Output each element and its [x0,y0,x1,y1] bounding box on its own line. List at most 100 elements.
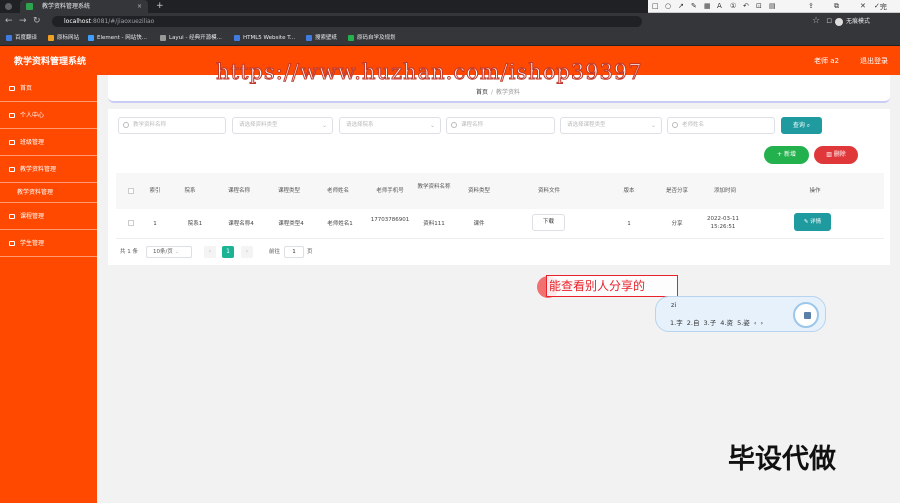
sidebar-item-class[interactable]: 班级管理 [0,129,97,156]
plus-icon: + [777,151,783,158]
ime-candidates[interactable]: 1.字 2.自 3.子 4.资 5.姿 ‹ › [670,317,763,327]
bookmark-item[interactable]: 原标网站 [48,33,79,43]
new-tab-button[interactable]: + [156,0,164,12]
column-header[interactable]: 资料文件 [532,187,566,195]
download-button[interactable]: 下载 [532,214,565,231]
cancel-icon[interactable]: ✕ [860,1,866,12]
user-icon [9,113,15,118]
tab-close-icon[interactable]: × [137,0,142,13]
done-button[interactable]: ✓ 完成 [874,1,887,22]
sidebar-item-home[interactable]: 首页 [0,75,97,102]
add-button[interactable]: + 新增 [764,146,809,164]
cell-add-time: 2022-03-11 15:26:51 [707,216,739,230]
column-header[interactable]: 院系 [178,187,202,195]
filter-material-name[interactable]: 教学资料名称 [118,117,226,134]
share-icon[interactable]: ⇪ [808,1,814,12]
query-button[interactable]: 查询 ⌕ [781,117,822,134]
arrow-tool-icon[interactable]: ↗ [678,1,684,12]
ellipse-tool-icon[interactable]: ○ [665,1,671,12]
add-label: 新增 [783,151,796,158]
breadcrumb-home[interactable]: 首页 [476,89,488,96]
page-size-select[interactable]: 10条/页 ⌄ [146,246,192,258]
sidebar-item-profile[interactable]: 个人中心 [0,102,97,129]
breadcrumb-separator: / [491,89,494,96]
sidebar-item-student[interactable]: 学生管理 [0,230,97,257]
delete-button[interactable]: ▥ 删除 [814,146,858,164]
filter-course-name[interactable]: 课程名称 [446,117,555,134]
page-number-current[interactable]: 1 [222,246,234,258]
column-header[interactable]: 资料类型 [462,187,496,195]
column-header[interactable]: 添加时间 [703,187,747,195]
search-icon [672,122,678,128]
column-header[interactable]: 老师手机号 [370,187,410,195]
column-header[interactable]: 是否分享 [658,187,696,195]
ime-composition: zi [671,301,677,309]
filter-course-type[interactable]: 请选择课程类型 ⌄ [560,117,662,134]
breadcrumb: 首页 / 教学资料 [476,87,520,96]
column-header: 操作 [809,188,821,194]
column-header[interactable]: 教学资料名称 [417,183,451,191]
bookmark-item[interactable]: 百度翻译 [6,33,37,43]
column-header[interactable]: 版本 [615,187,643,195]
filter-department[interactable]: 请选择院系 ⌄ [339,117,441,134]
forward-icon[interactable]: → [19,16,27,27]
edit-icon: ✎ [803,219,809,225]
text-tool-icon[interactable]: A [717,1,722,12]
bookmark-item[interactable]: 原码自学及规划 [348,33,396,43]
page-size-value: 10条/页 [153,249,173,255]
browser-tab[interactable]: 教学资料管理系统 × [20,0,148,13]
filter-teacher-name[interactable]: 老师姓名 [667,117,775,134]
bookmark-item[interactable]: Element - 网站快... [88,33,147,43]
rectangle-tool-icon[interactable]: □ [652,1,659,12]
reload-icon[interactable]: ↻ [33,16,41,27]
sidebar-subitem-materials[interactable]: 教学资料管理 [0,183,97,203]
number-tool-icon[interactable]: ① [730,1,736,12]
hidden-action-cell [834,215,884,229]
cell-teacher-name: 老师姓名1 [327,221,353,227]
bookmark-star-icon[interactable]: ☆ [812,16,820,27]
watermark-url: https://www.huzhan.com/ishop39397 [216,60,643,85]
row-checkbox[interactable] [128,220,134,226]
select-all-checkbox[interactable] [128,188,134,194]
filter-material-type[interactable]: 请选择资料类型 ⌄ [232,117,333,134]
url-input[interactable]: localhost:8081/#/jiaoxueziliao [52,16,642,27]
bookmark-item[interactable]: Layui - 经典开源模... [160,33,222,43]
browser-menu-icon[interactable] [5,3,12,10]
back-icon[interactable]: ← [5,16,13,27]
column-header[interactable]: 课程名称 [222,187,256,195]
detail-label: 详情 [810,219,822,225]
detail-button[interactable]: ✎ 详情 [794,213,831,231]
sidebar-item-materials[interactable]: 教学资料管理 [0,156,97,183]
home-icon [9,86,15,91]
save-icon[interactable]: ▤ [769,1,776,12]
bookmark-item[interactable]: 搜索壁纸 [306,33,337,43]
pin-icon[interactable]: ⊡ [756,1,762,12]
class-icon [9,140,15,145]
incognito-profile[interactable]: 无痕模式 [834,16,870,27]
extension-icon[interactable]: ▫ [826,16,832,27]
undo-icon[interactable]: ↶ [743,1,749,12]
annotation-text-box[interactable]: 能查看别人分享的 [546,275,678,297]
sidebar-item-course[interactable]: 课程管理 [0,203,97,230]
mosaic-tool-icon[interactable]: ▦ [704,1,711,12]
prev-page-button[interactable]: ‹ [204,246,216,258]
pen-tool-icon[interactable]: ✎ [691,1,697,12]
book-icon [9,214,15,219]
column-header[interactable]: 索引 [144,187,166,195]
sidebar-item-label: 学生管理 [20,240,45,247]
search-icon [451,122,457,128]
incognito-avatar-icon [834,17,843,26]
bookmark-item[interactable]: HTML5 Website T... [234,33,295,43]
column-header[interactable]: 老师姓名 [322,187,354,195]
column-header[interactable]: 课程类型 [272,187,306,195]
filter-placeholder: 请选择课程类型 [567,122,606,128]
url-host: localhost [64,18,91,25]
sidebar: 首页 个人中心 班级管理 教学资料管理 教学资料管理 课程管理 学生管理 [0,75,97,503]
goto-page-input[interactable]: 1 [284,246,304,258]
logout-link[interactable]: 退出登录 [860,56,888,66]
incognito-label: 无痕模式 [845,18,870,25]
search-icon [123,122,129,128]
copy-icon[interactable]: ⧉ [834,1,839,12]
next-page-button[interactable]: › [241,246,253,258]
cell-index: 1 [153,221,157,227]
